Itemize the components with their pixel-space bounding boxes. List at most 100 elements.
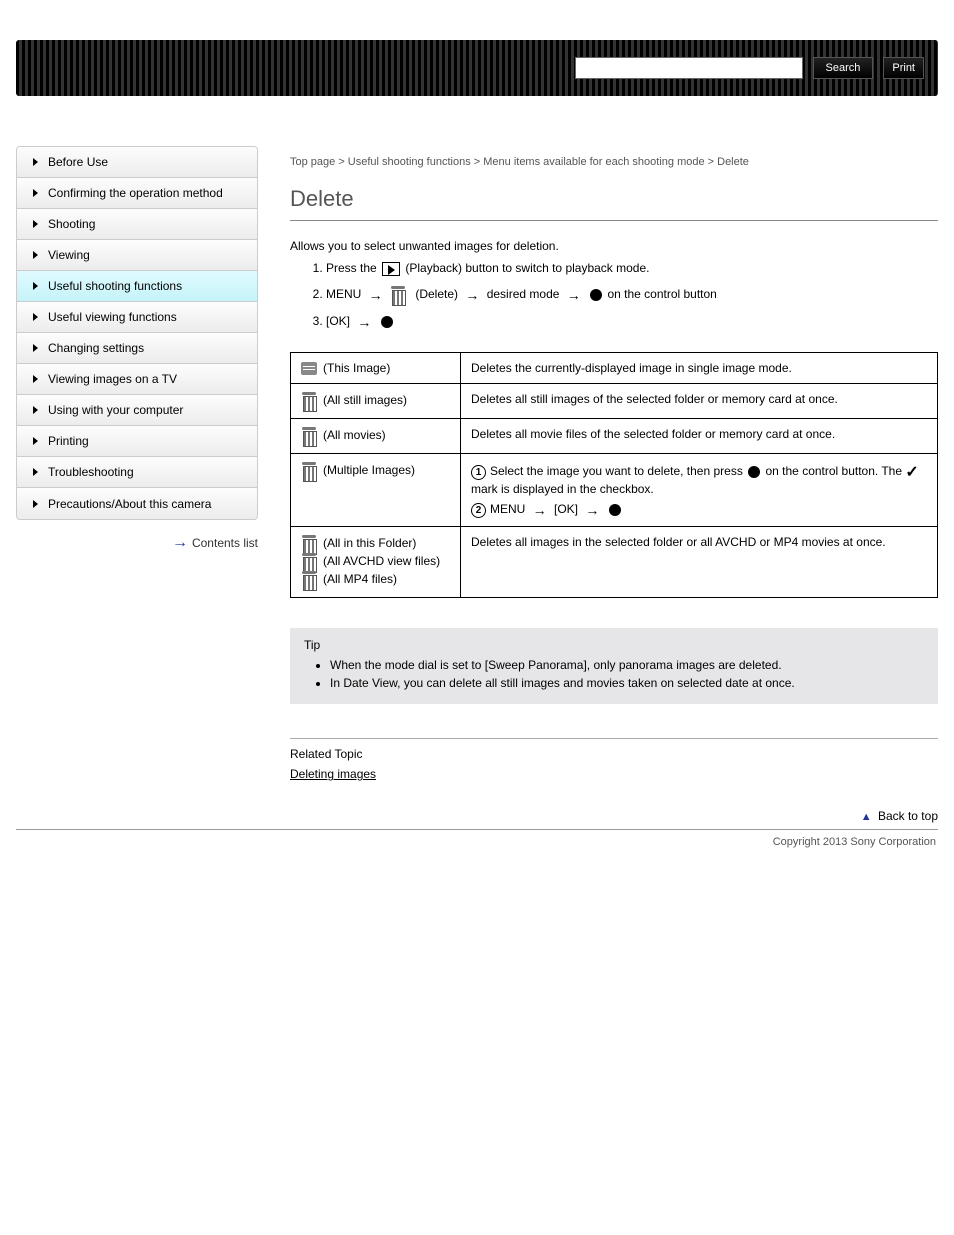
step-text: MENU — [326, 287, 365, 301]
caret-right-icon — [33, 158, 38, 166]
sidebar-item[interactable]: Using with your computer — [17, 395, 257, 426]
sidebar-item[interactable]: Viewing images on a TV — [17, 364, 257, 395]
trash-icon — [301, 427, 317, 445]
contents-list-label: Contents list — [192, 536, 258, 550]
table-row: (Multiple Images)1Select the image you w… — [291, 454, 938, 527]
divider — [290, 738, 938, 739]
arrow-right-icon: → — [567, 287, 581, 303]
description-cell: Deletes all images in the selected folde… — [461, 527, 938, 598]
caret-right-icon — [33, 437, 38, 445]
step-number-icon: 2 — [471, 503, 486, 518]
caret-right-icon — [33, 406, 38, 414]
contents-list-link[interactable]: → Contents list — [16, 534, 258, 552]
sidebar-item-label: Shooting — [48, 217, 95, 231]
sidebar-item-label: Confirming the operation method — [48, 186, 223, 200]
check-icon: ✓ — [905, 462, 918, 482]
tip-box: Tip When the mode dial is set to [Sweep … — [290, 628, 938, 704]
sidebar-item-label: Before Use — [48, 155, 108, 169]
option-label: (Multiple Images) — [323, 463, 415, 477]
header-bar: Search Print — [16, 40, 938, 96]
caret-right-icon — [33, 313, 38, 321]
description-cell: Deletes all movie files of the selected … — [461, 419, 938, 454]
option-label: (All still images) — [323, 393, 407, 407]
step-text: [OK] — [326, 314, 353, 328]
sidebar-item[interactable]: Before Use — [17, 147, 257, 178]
arrow-right-icon: → — [357, 314, 371, 330]
step-item: MENU → (Delete) → desired mode → on the … — [326, 286, 938, 304]
sidebar-item[interactable]: Shooting — [17, 209, 257, 240]
back-to-top-link[interactable]: ▲ Back to top — [290, 809, 938, 823]
triangle-up-icon: ▲ — [861, 811, 872, 823]
center-button-icon — [381, 316, 393, 328]
step-number-icon: 1 — [471, 465, 486, 480]
sidebar: Before Use Confirming the operation metho… — [16, 146, 258, 823]
option-label: (All AVCHD view files) — [323, 555, 440, 569]
search-button[interactable]: Search — [813, 57, 874, 79]
tip-item: In Date View, you can delete all still i… — [330, 676, 924, 690]
table-row: (All movies) Deletes all movie files of t… — [291, 419, 938, 454]
step-item: [OK] → — [326, 314, 938, 330]
tip-item: When the mode dial is set to [Sweep Pano… — [330, 658, 924, 672]
sidebar-item[interactable]: Confirming the operation method — [17, 178, 257, 209]
step-text — [585, 287, 588, 301]
copyright: Copyright 2013 Sony Corporation — [0, 836, 936, 848]
sidebar-item-label: Changing settings — [48, 341, 144, 355]
caret-right-icon — [33, 220, 38, 228]
step-text: (Delete) — [412, 287, 461, 301]
step-text: desired mode — [483, 287, 562, 301]
step-item: Press the (Playback) button to switch to… — [326, 261, 938, 276]
sidebar-menu: Before Use Confirming the operation metho… — [16, 146, 258, 520]
option-label: (All movies) — [323, 428, 386, 442]
sidebar-item-label: Viewing images on a TV — [48, 372, 177, 386]
step-text — [375, 314, 378, 328]
option-cell: (Multiple Images) — [291, 454, 461, 527]
main-content: Top page > Useful shooting functions > M… — [290, 146, 938, 823]
related-topic-link[interactable]: Deleting images — [290, 767, 376, 781]
table-row: (All still images)Deletes all still imag… — [291, 384, 938, 419]
center-button-icon — [609, 504, 621, 516]
playback-icon — [382, 262, 400, 276]
center-button-icon — [590, 289, 602, 301]
arrow-right-icon: → — [533, 502, 547, 518]
sidebar-item[interactable]: Precautions/About this camera — [17, 488, 257, 519]
print-button[interactable]: Print — [883, 57, 924, 79]
divider — [290, 220, 938, 221]
sidebar-item[interactable]: Useful viewing functions — [17, 302, 257, 333]
tip-title: Tip — [304, 638, 924, 652]
tip-list: When the mode dial is set to [Sweep Pano… — [330, 658, 924, 690]
sidebar-item[interactable]: Viewing — [17, 240, 257, 271]
table-row: (All in this Folder)(All AVCHD view file… — [291, 527, 938, 598]
page-title: Delete — [290, 186, 938, 212]
caret-right-icon — [33, 344, 38, 352]
option-cell: (All movies) — [291, 419, 461, 454]
option-label: (All MP4 files) — [323, 573, 397, 587]
option-cell: (All still images) — [291, 384, 461, 419]
sidebar-item[interactable]: Changing settings — [17, 333, 257, 364]
arrow-right-icon: → — [172, 534, 188, 552]
caret-right-icon — [33, 468, 38, 476]
caret-right-icon — [33, 251, 38, 259]
trash-icon — [301, 392, 317, 410]
sidebar-item-label: Viewing — [48, 248, 90, 262]
trash-icon — [301, 553, 317, 571]
breadcrumb: Top page > Useful shooting functions > M… — [290, 156, 938, 168]
sidebar-item[interactable]: Troubleshooting — [17, 457, 257, 488]
lead-text: Allows you to select unwanted images for… — [290, 239, 938, 253]
sidebar-item-label: Printing — [48, 434, 89, 448]
arrow-right-icon: → — [369, 287, 383, 303]
sidebar-item[interactable]: Useful shooting functions — [17, 271, 257, 302]
step-text: on the control button — [604, 287, 717, 301]
trash-icon — [301, 535, 317, 553]
sidebar-item-label: Troubleshooting — [48, 465, 134, 479]
options-table: (This Image)Deletes the currently-displa… — [290, 352, 938, 599]
trash-icon — [301, 462, 317, 480]
sidebar-item-label: Useful viewing functions — [48, 310, 177, 324]
sidebar-item-label: Precautions/About this camera — [48, 497, 211, 511]
center-button-icon — [748, 466, 760, 478]
trash-icon — [301, 571, 317, 589]
sidebar-item[interactable]: Printing — [17, 426, 257, 457]
back-to-top-label: Back to top — [878, 809, 938, 823]
option-label: (This Image) — [323, 361, 390, 375]
caret-right-icon — [33, 500, 38, 508]
search-input[interactable] — [575, 57, 803, 79]
